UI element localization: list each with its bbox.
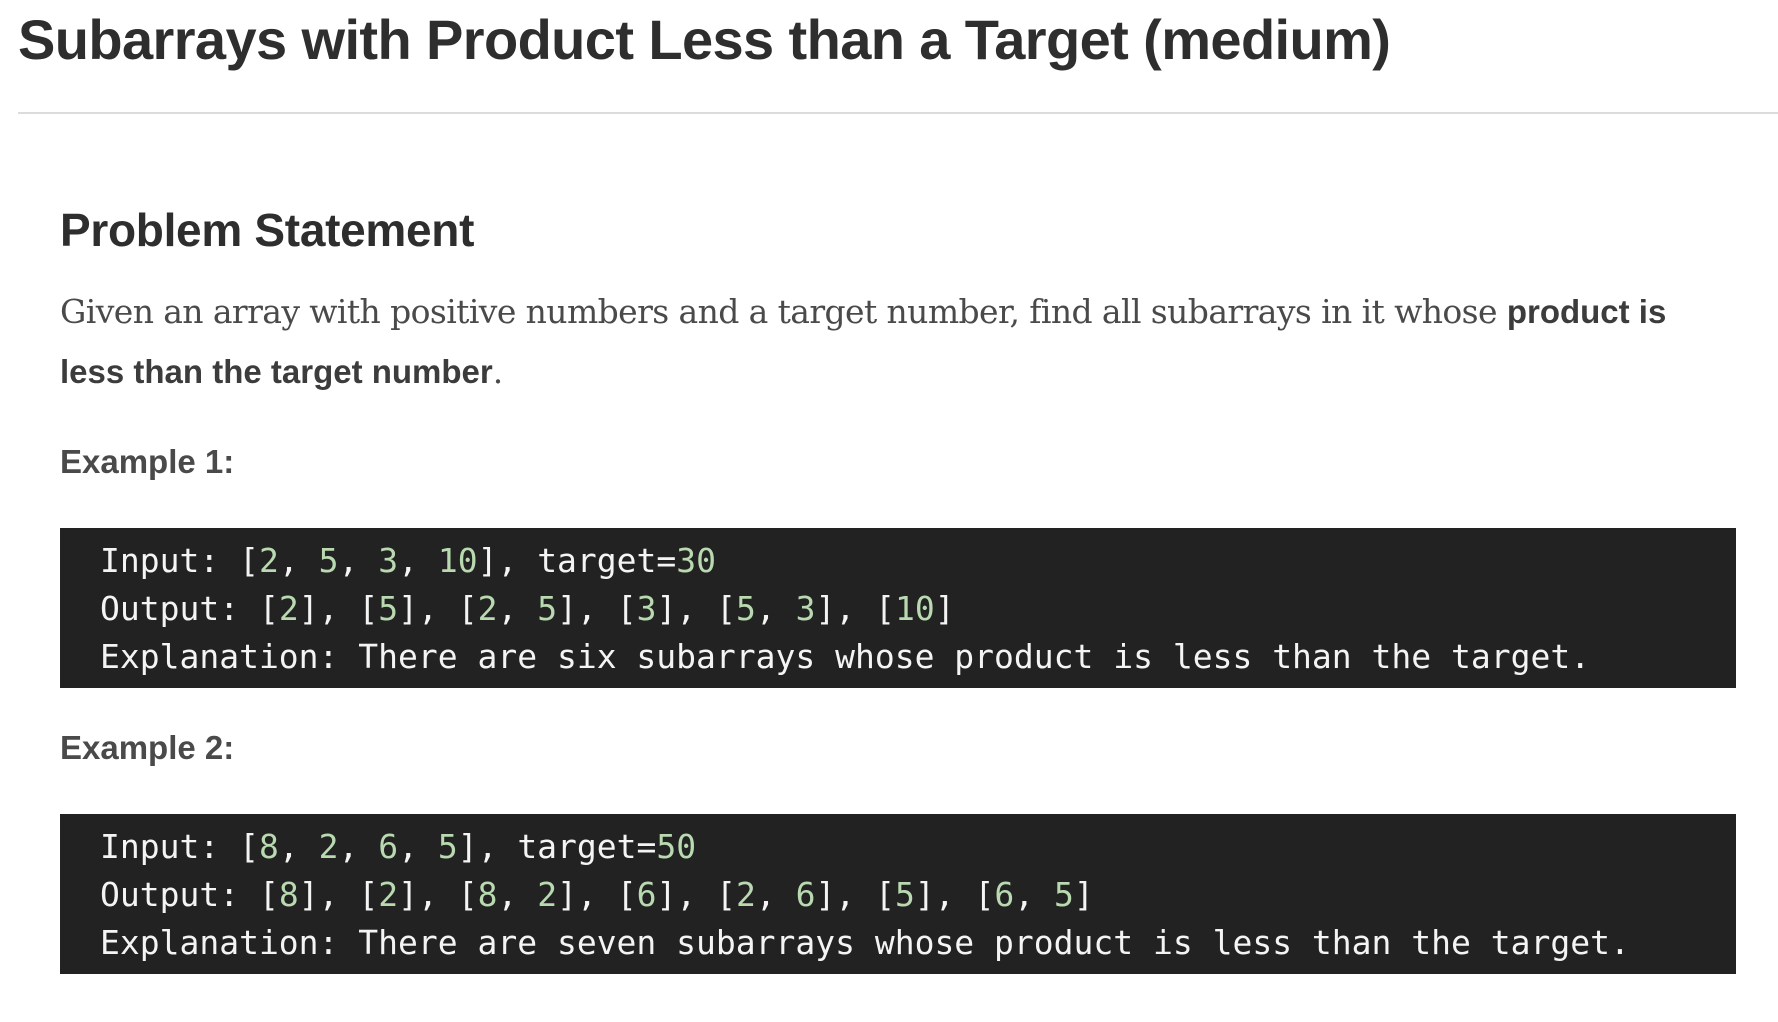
code-output-line: Output: [2], [5], [2, 5], [3], [5, 3], [… [100,589,955,628]
title-divider [18,112,1778,114]
code-number: 6 [795,875,816,914]
code-number: 5 [537,589,558,628]
code-number: 8 [477,875,498,914]
code-explanation-line: Explanation: There are six subarrays who… [100,637,1591,676]
statement-text: Given an array with positive numbers and… [60,292,1507,331]
code-number: 2 [477,589,498,628]
code-number: 3 [795,589,816,628]
code-number: 10 [437,541,478,580]
code-number: 5 [894,875,915,914]
code-number: 3 [378,541,399,580]
code-number: 6 [378,827,399,866]
code-number: 5 [318,541,339,580]
code-number: 30 [676,541,717,580]
code-number: 8 [258,827,279,866]
code-explanation-line: Explanation: There are seven subarrays w… [100,923,1630,962]
code-number: 2 [318,827,339,866]
page-title: Subarrays with Product Less than a Targe… [18,8,1391,71]
code-number: 5 [378,589,399,628]
code-number: 3 [636,589,657,628]
problem-statement-text: Given an array with positive numbers and… [60,282,1736,402]
example-2-label: Example 2: [60,729,235,766]
code-number: 2 [378,875,399,914]
code-number: 5 [1053,875,1074,914]
code-number: 5 [437,827,458,866]
code-number: 10 [894,589,935,628]
code-number: 2 [537,875,558,914]
code-input-line: Input: [8, 2, 6, 5], target=50 [100,827,697,866]
code-input-line: Input: [2, 5, 3, 10], target=30 [100,541,717,580]
example-1-code-block: Input: [2, 5, 3, 10], target=30 Output: [… [60,528,1736,688]
code-number: 6 [994,875,1015,914]
code-number: 6 [636,875,657,914]
example-2-code-block: Input: [8, 2, 6, 5], target=50 Output: [8… [60,814,1736,974]
code-output-line: Output: [8], [2], [8, 2], [6], [2, 6], [… [100,875,1094,914]
code-number: 8 [278,875,299,914]
code-number: 2 [278,589,299,628]
example-1-label: Example 1: [60,443,235,480]
code-number: 2 [735,875,756,914]
code-number: 5 [735,589,756,628]
code-number: 2 [258,541,279,580]
problem-statement-heading: Problem Statement [60,204,475,256]
problem-content: Problem Statement Given an array with po… [60,200,1736,974]
statement-end: . [492,352,503,391]
code-number: 50 [656,827,697,866]
